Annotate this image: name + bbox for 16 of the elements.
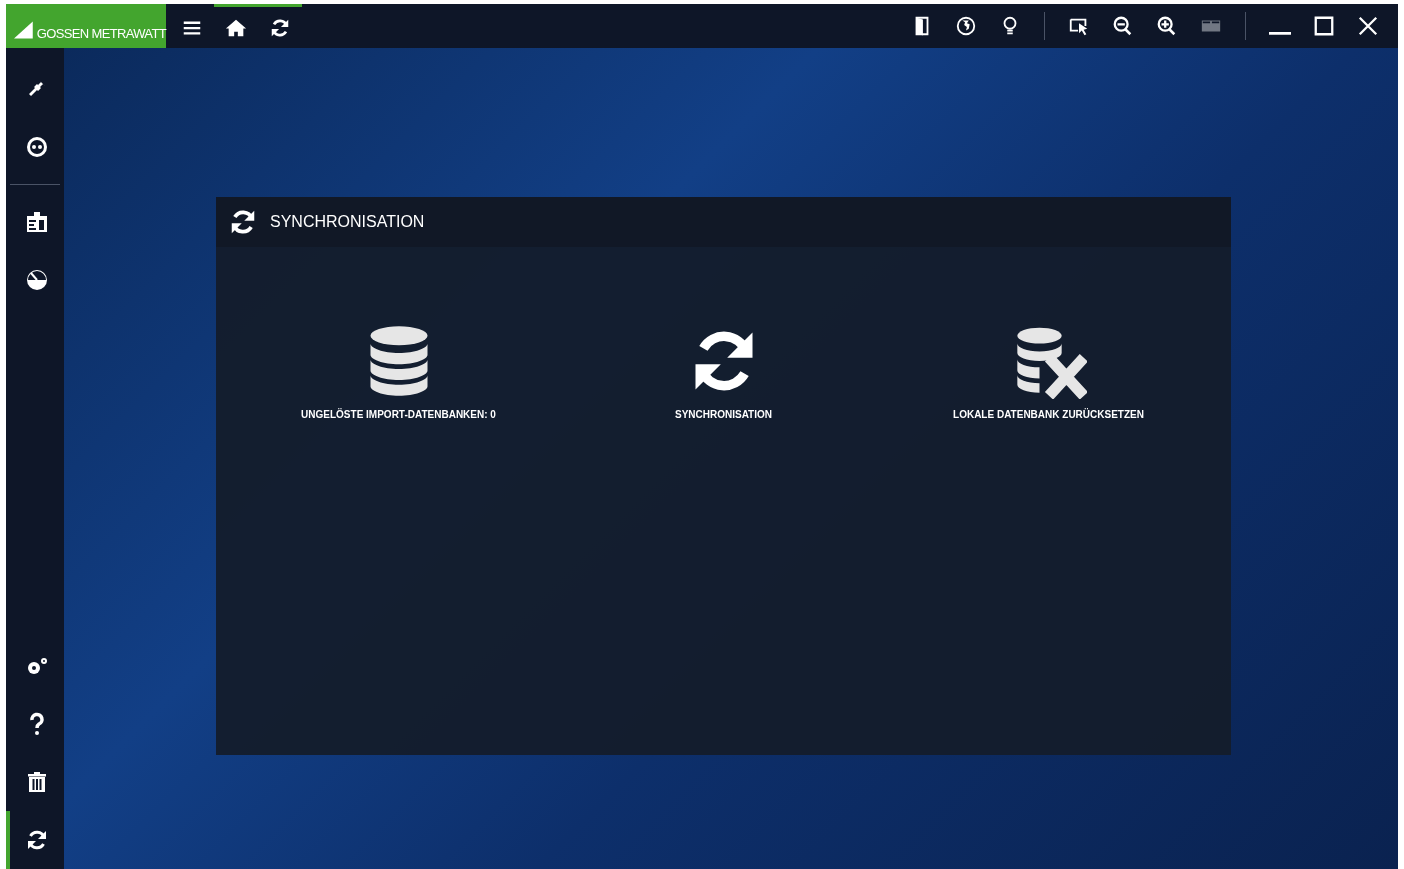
- maximize-icon: [1313, 15, 1335, 37]
- close-icon: [1357, 15, 1379, 37]
- reset-database-button[interactable]: LOKALE DATENBANK ZURÜCKSETZEN: [886, 323, 1211, 422]
- zoom-out-icon: [1112, 15, 1134, 37]
- import-databases-button[interactable]: UNGELÖSTE IMPORT-DATENBANKEN: 0: [236, 323, 561, 422]
- id-badge-icon: [25, 210, 49, 234]
- panel-title: SYNCHRONISATION: [270, 212, 425, 232]
- socket-icon: [25, 135, 49, 159]
- gauge-icon: [25, 268, 49, 292]
- sync-icon: [25, 828, 49, 852]
- triangle-logo-icon: [14, 20, 33, 40]
- zoom-in-icon: [1156, 15, 1178, 37]
- trash-icon: [25, 770, 49, 794]
- brand-name: GOSSEN METRAWATT: [36, 27, 166, 40]
- minimize-icon: [1269, 32, 1291, 36]
- synchronize-button[interactable]: SYNCHRONISATION: [561, 323, 886, 422]
